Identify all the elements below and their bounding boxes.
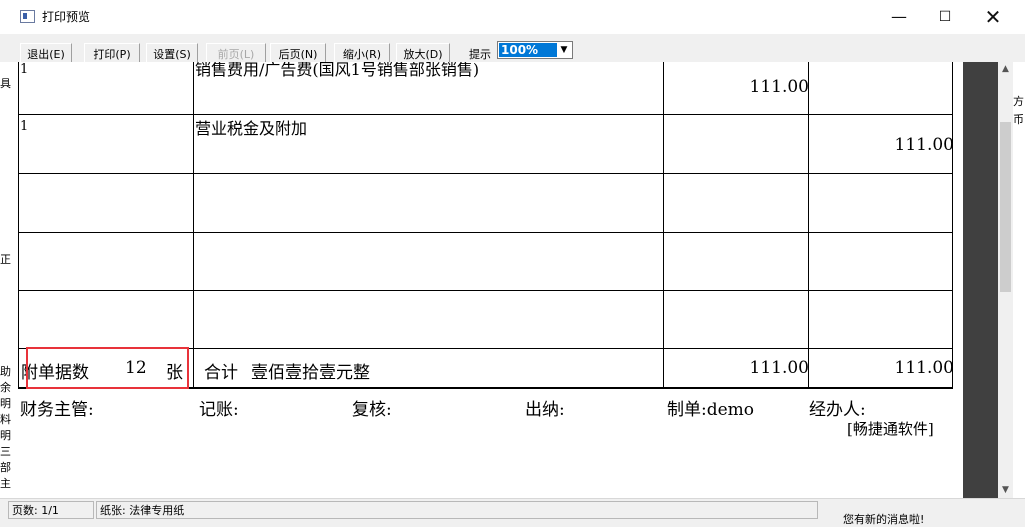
- bg-fragment: 助: [0, 365, 11, 378]
- reviewer-label: 复核:: [352, 400, 392, 420]
- chevron-down-icon[interactable]: ▼: [556, 42, 572, 58]
- software-brand: [畅捷通软件]: [847, 420, 934, 438]
- preview-viewport[interactable]: 1 销售费用/广告费(国风1号销售部张销售) 111.00 1 营业税金及附加 …: [13, 62, 963, 498]
- bookkeeper-label: 记账:: [199, 400, 239, 420]
- table-cell: 1: [20, 119, 29, 134]
- vertical-scrollbar[interactable]: ▲ ▼: [998, 62, 1013, 498]
- voucher-table: [18, 62, 953, 389]
- bg-fragment: 明: [0, 397, 11, 410]
- app-icon: [20, 10, 35, 23]
- preparer-label: 制单:demo: [667, 400, 755, 420]
- title-bar: 打印预览 — ☐ ✕: [0, 0, 1025, 35]
- window-title: 打印预览: [42, 10, 91, 24]
- total-credit: 111.00: [894, 358, 954, 378]
- bg-fragment: 余: [0, 381, 11, 394]
- finance-supervisor-label: 财务主管:: [20, 400, 94, 420]
- bg-fragment: 方: [1013, 95, 1024, 108]
- status-page-count: 页数: 1/1: [8, 501, 94, 519]
- attachments-highlight-box: [26, 347, 189, 389]
- hint-label: 提示: [469, 48, 491, 61]
- bg-fragment: 正: [0, 253, 11, 266]
- voucher-page: 1 销售费用/广告费(国风1号销售部张销售) 111.00 1 营业税金及附加 …: [13, 62, 963, 498]
- table-cell-summary: 营业税金及附加: [195, 119, 308, 138]
- bg-fragment: 币: [1013, 113, 1024, 126]
- background-window-right: 方 币: [1013, 62, 1025, 498]
- preview-margin: [963, 62, 998, 498]
- total-in-words: 壹佰壹拾壹元整: [251, 363, 370, 383]
- close-button[interactable]: ✕: [970, 0, 1016, 34]
- table-cell-summary: 销售费用/广告费(国风1号销售部张销售): [195, 62, 480, 79]
- scrollbar-thumb[interactable]: [1000, 122, 1011, 292]
- bg-fragment: 三: [0, 445, 11, 458]
- handler-label: 经办人:: [809, 400, 866, 420]
- table-cell-credit: 111.00: [894, 135, 954, 155]
- total-debit: 111.00: [749, 358, 809, 378]
- chevron-up-icon[interactable]: ▲: [998, 62, 1013, 77]
- bg-fragment: 明: [0, 429, 11, 442]
- minimize-button[interactable]: —: [876, 0, 922, 34]
- chevron-down-icon[interactable]: ▼: [998, 483, 1013, 498]
- cashier-label: 出纳:: [525, 400, 565, 420]
- bg-fragment: 料: [0, 413, 11, 426]
- maximize-button[interactable]: ☐: [922, 0, 968, 34]
- background-window-left: 具 正 助 余 明 料 明 三 部 主: [0, 62, 13, 498]
- status-paper: 纸张: 法律专用纸: [96, 501, 818, 519]
- table-cell: 1: [20, 62, 29, 77]
- zoom-select[interactable]: 100% ▼: [497, 41, 573, 59]
- bg-fragment: 主: [0, 477, 11, 490]
- zoom-value: 100%: [499, 43, 557, 57]
- bg-fragment: 具: [0, 77, 11, 90]
- bg-fragment: 部: [0, 461, 11, 474]
- table-cell-debit: 111.00: [749, 77, 809, 97]
- total-label: 合计: [204, 363, 238, 383]
